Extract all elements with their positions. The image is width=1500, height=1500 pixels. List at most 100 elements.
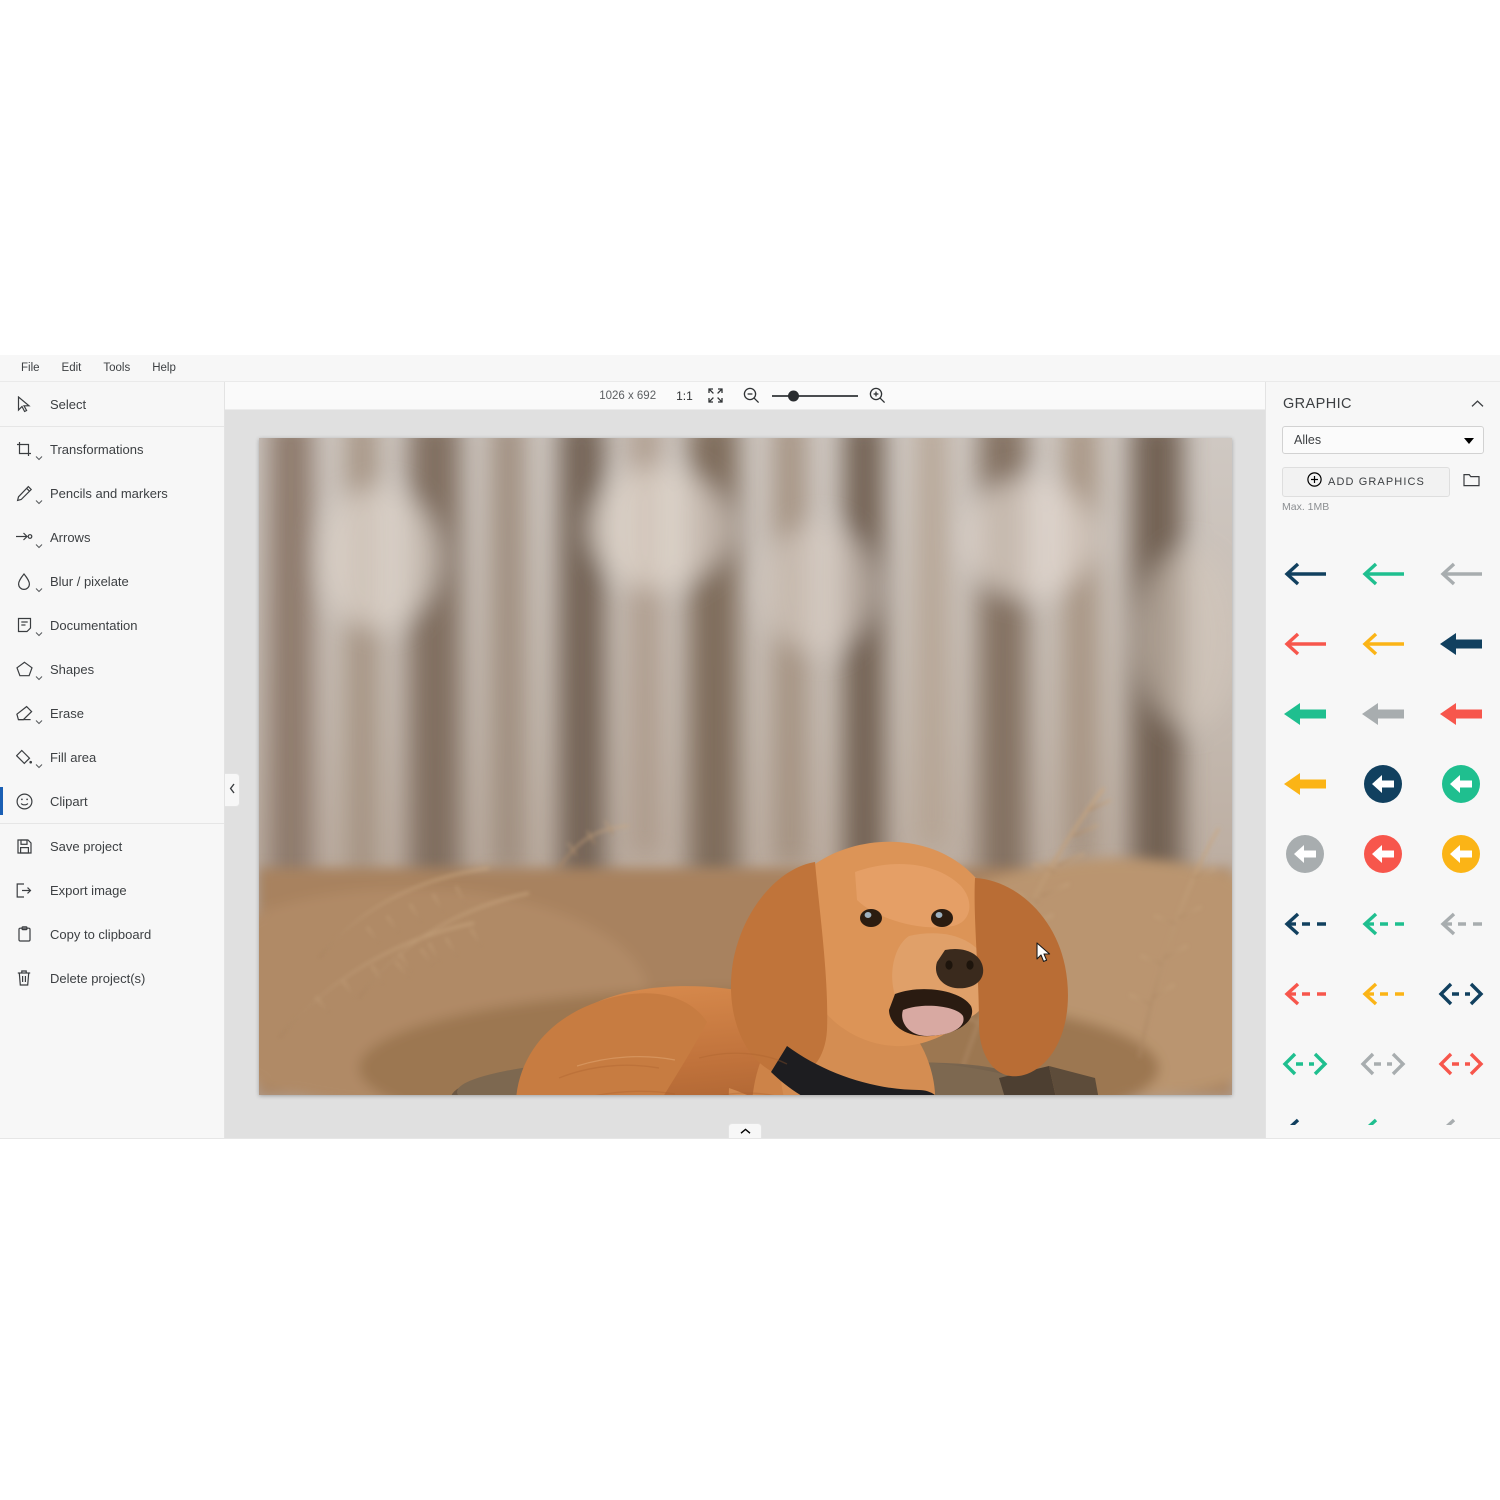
sidebar-item-erase[interactable]: Erase: [0, 691, 224, 735]
menu-tools[interactable]: Tools: [92, 355, 141, 382]
sidebar-item-select[interactable]: Select: [0, 382, 224, 426]
graphic-item-circle-left[interactable]: [1344, 819, 1422, 889]
graphic-item-dashed-left[interactable]: [1266, 889, 1344, 959]
graphic-item-partial-left[interactable]: [1344, 1099, 1422, 1125]
graphic-item-dashed-left[interactable]: [1266, 959, 1344, 1029]
graphic-item-dashed-both[interactable]: [1266, 1029, 1344, 1099]
droplet-icon: [11, 568, 43, 594]
graphic-item-solid-left[interactable]: [1266, 749, 1344, 819]
panel-collapse-chevron-up-icon[interactable]: [1471, 400, 1484, 408]
graphic-item-thin-left[interactable]: [1344, 609, 1422, 679]
tool-sidebar: Select Transformations Pencils and marke…: [0, 382, 225, 1138]
folder-icon: [1462, 473, 1480, 492]
sidebar-item-blur-pixelate[interactable]: Blur / pixelate: [0, 559, 224, 603]
sidebar-item-save-project[interactable]: Save project: [0, 824, 224, 868]
sidebar-item-delete-projects[interactable]: Delete project(s): [0, 956, 224, 1000]
graphic-category-select[interactable]: Alles: [1282, 426, 1484, 454]
sidebar-item-documentation[interactable]: Documentation: [0, 603, 224, 647]
panel-title: GRAPHIC: [1283, 396, 1352, 412]
graphic-item-circle-left[interactable]: [1422, 819, 1500, 889]
menu-help[interactable]: Help: [141, 355, 187, 382]
zoom-slider[interactable]: [771, 384, 858, 408]
image-dimensions-label: 1026 x 692: [599, 389, 657, 402]
add-graphics-button[interactable]: ADD GRAPHICS: [1282, 467, 1450, 497]
graphic-item-dashed-left[interactable]: [1422, 889, 1500, 959]
bottom-collapse-tab[interactable]: [728, 1123, 762, 1138]
fit-screen-icon[interactable]: [703, 384, 729, 408]
pentagon-icon: [11, 656, 43, 682]
pencil-icon: [11, 480, 43, 506]
open-folder-button[interactable]: [1458, 469, 1484, 495]
clipboard-icon: [11, 921, 37, 947]
zoom-ratio-button[interactable]: 1:1: [676, 389, 693, 403]
sidebar-label-select: Select: [50, 396, 87, 412]
cursor-icon: [11, 391, 37, 417]
graphics-grid: [1266, 539, 1500, 1138]
sidebar-label-copy-to-clipboard: Copy to clipboard: [50, 926, 152, 942]
zoom-slider-track: [771, 394, 858, 397]
canvas-column: 1026 x 692 1:1: [225, 382, 1265, 1138]
zoom-out-icon[interactable]: [739, 384, 765, 408]
sidebar-collapse-tab[interactable]: [225, 773, 240, 807]
add-graphics-label: ADD GRAPHICS: [1328, 476, 1425, 488]
graphic-item-circle-left[interactable]: [1344, 749, 1422, 819]
chevron-down-icon: [35, 498, 43, 506]
smiley-icon: [11, 788, 37, 814]
graphic-item-partial-left[interactable]: [1422, 1099, 1500, 1125]
sidebar-actions-group: Save project Export image Copy to clipbo…: [0, 824, 224, 1000]
max-size-note: Max. 1MB: [1282, 501, 1330, 513]
trash-icon: [11, 965, 37, 991]
sidebar-label-export-image: Export image: [50, 882, 127, 898]
sidebar-label-shapes: Shapes: [50, 661, 95, 677]
graphic-item-partial-left[interactable]: [1266, 1099, 1344, 1125]
sidebar-label-save-project: Save project: [50, 838, 123, 854]
graphic-item-thin-left[interactable]: [1422, 539, 1500, 609]
sidebar-item-shapes[interactable]: Shapes: [0, 647, 224, 691]
graphic-item-solid-left[interactable]: [1422, 609, 1500, 679]
sidebar-label-documentation: Documentation: [50, 617, 138, 633]
graphic-item-thin-left[interactable]: [1266, 539, 1344, 609]
chevron-down-icon: [1464, 431, 1474, 449]
menu-file[interactable]: File: [10, 355, 51, 382]
sidebar-label-clipart: Clipart: [50, 793, 88, 809]
graphic-item-thin-left[interactable]: [1266, 609, 1344, 679]
graphic-item-dashed-left[interactable]: [1344, 959, 1422, 1029]
sidebar-label-erase: Erase: [50, 705, 84, 721]
graphic-item-circle-left[interactable]: [1422, 749, 1500, 819]
graphic-item-dashed-both[interactable]: [1422, 1029, 1500, 1099]
chevron-down-icon: [35, 586, 43, 594]
graphic-item-solid-left[interactable]: [1344, 679, 1422, 749]
graphic-item-dashed-both[interactable]: [1422, 959, 1500, 1029]
graphic-item-thin-left[interactable]: [1344, 539, 1422, 609]
fill-bucket-icon: [11, 744, 43, 770]
canvas-image[interactable]: [258, 438, 1232, 1095]
graphic-panel: GRAPHIC Alles ADD GRAPHICS Max. 1MB: [1265, 382, 1500, 1138]
graphic-item-dashed-left[interactable]: [1344, 889, 1422, 959]
canvas-area[interactable]: [225, 410, 1265, 1138]
sidebar-item-export-image[interactable]: Export image: [0, 868, 224, 912]
zoom-slider-knob[interactable]: [788, 390, 800, 401]
sidebar-item-fill-area[interactable]: Fill area: [0, 735, 224, 779]
chevron-down-icon: [35, 454, 43, 462]
graphic-item-solid-left[interactable]: [1422, 679, 1500, 749]
sidebar-item-copy-to-clipboard[interactable]: Copy to clipboard: [0, 912, 224, 956]
graphic-item-circle-left[interactable]: [1266, 819, 1344, 889]
menu-edit[interactable]: Edit: [51, 355, 93, 382]
sidebar-label-transformations: Transformations: [50, 441, 144, 457]
sidebar-item-transformations[interactable]: Transformations: [0, 427, 224, 471]
sidebar-item-clipart[interactable]: Clipart: [0, 779, 224, 823]
zoom-in-icon[interactable]: [865, 384, 891, 408]
eraser-icon: [11, 700, 43, 726]
chevron-down-icon: [35, 542, 43, 550]
graphic-category-value: Alles: [1294, 433, 1322, 447]
sidebar-item-arrows[interactable]: Arrows: [0, 515, 224, 559]
graphic-item-solid-left[interactable]: [1266, 679, 1344, 749]
sidebar-item-pencils-and-markers[interactable]: Pencils and markers: [0, 471, 224, 515]
sidebar-select-group: Select: [0, 382, 224, 426]
graphic-item-dashed-both[interactable]: [1344, 1029, 1422, 1099]
arrow-icon: [11, 524, 43, 550]
sidebar-label-blur-pixelate: Blur / pixelate: [50, 573, 129, 589]
sidebar-tools-group: Transformations Pencils and markers Arro…: [0, 427, 224, 823]
add-graphics-row: ADD GRAPHICS: [1282, 467, 1484, 497]
